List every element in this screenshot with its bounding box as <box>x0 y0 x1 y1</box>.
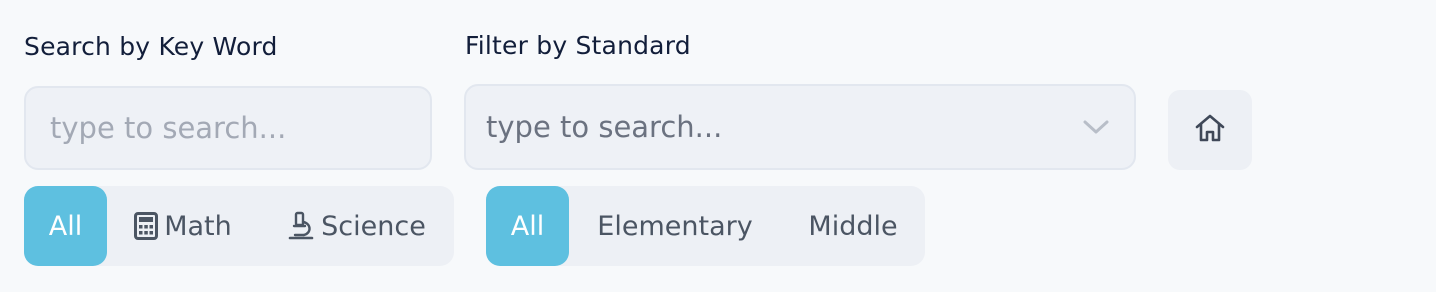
keyword-search-field[interactable] <box>24 86 432 170</box>
chevron-down-icon[interactable] <box>1082 113 1110 141</box>
standard-filter-label: Filter by Standard <box>465 31 691 60</box>
microscope-icon <box>287 211 315 241</box>
standard-filter-select[interactable] <box>464 84 1136 170</box>
level-tab-middle[interactable]: Middle <box>781 186 925 266</box>
level-tab-all[interactable]: All <box>486 186 569 266</box>
standard-filter-input[interactable] <box>486 110 1064 144</box>
subject-tabs: All Math Science <box>24 186 454 266</box>
subject-tab-science[interactable]: Science <box>259 186 454 266</box>
home-button[interactable] <box>1168 90 1252 170</box>
subject-tab-all[interactable]: All <box>24 186 107 266</box>
subject-tab-math[interactable]: Math <box>107 186 259 266</box>
level-tab-middle-label: Middle <box>808 210 898 242</box>
keyword-search-input[interactable] <box>50 111 406 145</box>
level-tabs: All Elementary Middle <box>486 186 925 266</box>
keyword-search-label: Search by Key Word <box>24 32 278 61</box>
home-icon <box>1193 112 1227 148</box>
level-tab-all-label: All <box>510 210 545 242</box>
subject-tab-all-label: All <box>48 210 83 242</box>
level-tab-elementary[interactable]: Elementary <box>569 186 781 266</box>
level-tab-elementary-label: Elementary <box>597 210 753 242</box>
subject-tab-science-label: Science <box>321 210 426 242</box>
calculator-icon <box>134 212 159 240</box>
subject-tab-math-label: Math <box>164 210 232 242</box>
